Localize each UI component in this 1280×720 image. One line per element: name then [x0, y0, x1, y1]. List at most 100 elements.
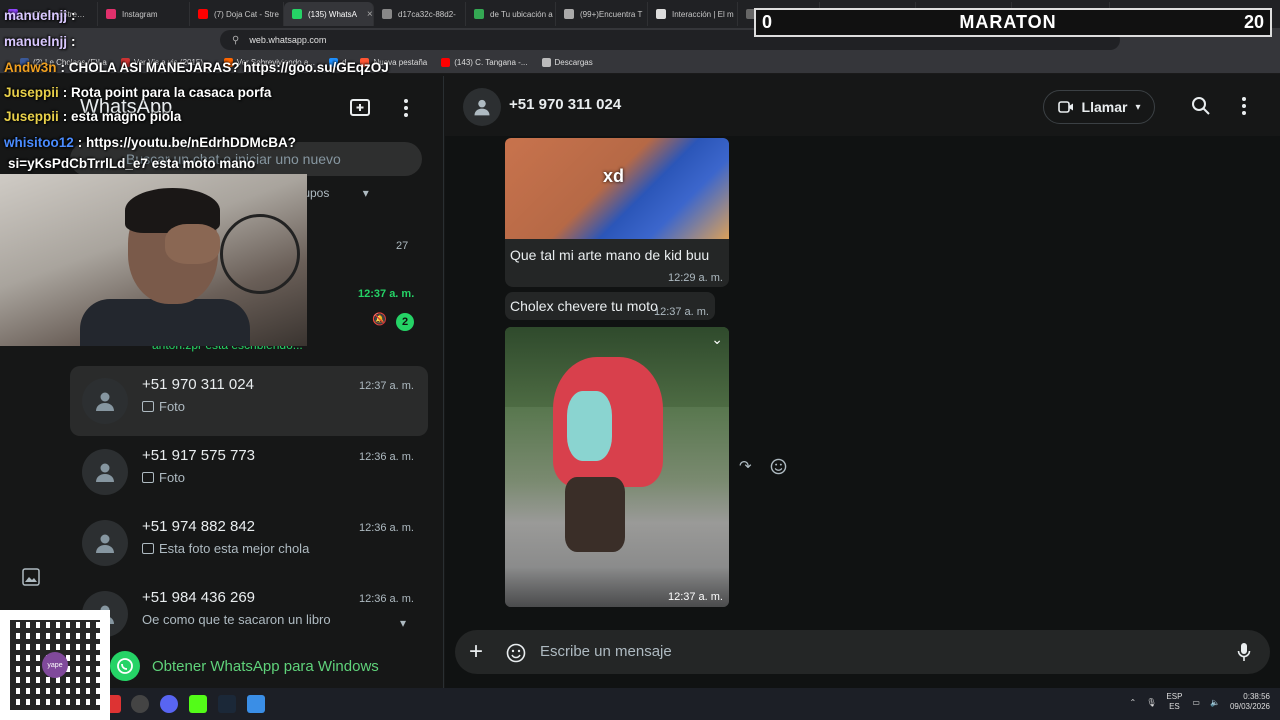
tab-label: (99+)Encuentra T	[580, 9, 643, 19]
call-label: Llamar	[1081, 99, 1128, 115]
chat-text: :	[71, 34, 76, 49]
chat-row[interactable]: +51 974 882 842 12:36 a. m. Esta foto esta…	[70, 508, 428, 578]
lang-top: ESP	[1166, 692, 1183, 701]
microphone-icon[interactable]: 🎙	[1146, 698, 1156, 707]
chevron-down-icon: ▾	[1135, 101, 1141, 113]
chat-time: 12:36 a. m.	[358, 451, 414, 463]
chat-time: 12:37 a. m.	[358, 380, 414, 392]
system-tray: ⌃ 🎙 ESP ES ▭ 🔈 0:38:56 09/03/2026	[1130, 692, 1270, 712]
chat-name: +51 974 882 842	[142, 518, 256, 535]
steam-icon[interactable]	[218, 695, 236, 713]
person-shirt	[80, 299, 250, 346]
chat-preview: Foto	[142, 399, 185, 414]
discord-icon[interactable]	[160, 695, 178, 713]
message-text: Cholex chevere tu moto	[510, 298, 658, 314]
chat-preview: Oe como que te sacaron un libro	[142, 612, 331, 627]
contact-avatar[interactable]	[463, 88, 501, 126]
chat-preview: Foto	[142, 470, 185, 485]
chat-text: :	[71, 8, 76, 23]
chat-username: Juseppii	[4, 85, 59, 100]
bookmark-favicon-icon	[541, 58, 551, 67]
bookmark-label: Descargas	[554, 58, 593, 67]
bookmark-item[interactable]: Descargas	[541, 58, 593, 67]
score-left: 0	[762, 12, 773, 32]
menu-icon[interactable]	[400, 98, 412, 118]
photo-icon	[142, 472, 154, 483]
stream-chat-message: manuelnjj:	[4, 8, 76, 23]
person-hand	[165, 224, 220, 264]
chat-username: whisitoo12	[4, 135, 74, 150]
message-bubble: Que tal mi arte mano de kid buu 12:29 a.…	[505, 239, 729, 287]
chat-row[interactable]: +51 970 311 024 12:37 a. m. Foto	[70, 366, 428, 436]
chat-name: +51 970 311 024	[142, 376, 254, 393]
contact-name[interactable]: +51 970 311 024	[509, 96, 621, 113]
image-message[interactable]: ⌄ 12:37 a. m.	[505, 327, 729, 607]
chat-row[interactable]: +51 917 575 773 12:36 a. m. Foto	[70, 437, 428, 507]
chat-name: +51 984 436 269	[142, 589, 256, 606]
menu-icon[interactable]	[1239, 96, 1249, 116]
language-indicator[interactable]: ESP ES	[1166, 692, 1182, 712]
message-time: 12:37 a. m.	[653, 306, 709, 318]
chat-time: 12:36 a. m.	[358, 522, 414, 534]
avatar	[82, 520, 128, 566]
tab-label: d17ca32c-88d2-	[398, 9, 456, 19]
webcam-feed	[0, 174, 307, 346]
media-icon[interactable]	[22, 568, 40, 586]
chat-text: : CHOLA ASI MANEJARAS? https://goo.su/GE…	[60, 60, 389, 75]
url-text: web.whatsapp.com	[249, 35, 327, 45]
conversation-header: +51 970 311 024 Llamar ▾	[445, 76, 1280, 136]
taskbar-app-icon[interactable]	[247, 695, 265, 713]
stream-chat-message: Andw3n: CHOLA ASI MANEJARAS? https://goo…	[4, 60, 389, 75]
qr-code: yape	[0, 610, 110, 720]
volume-icon[interactable]: 🔈	[1210, 698, 1220, 707]
site-info-icon[interactable]: ⚲	[232, 35, 239, 46]
qr-pattern: yape	[10, 620, 100, 710]
chat-text: : esta magno piola	[62, 109, 182, 124]
network-icon[interactable]: ▭	[1192, 698, 1200, 707]
emoji-react-icon[interactable]	[770, 458, 787, 475]
browser-tab[interactable]: (7) Doja Cat - Stre	[190, 2, 284, 26]
browser-tab[interactable]: Instagram	[98, 2, 190, 26]
yape-logo: yape	[42, 652, 68, 678]
score-title: MARATON	[959, 12, 1057, 32]
attach-plus-icon[interactable]: +	[469, 638, 483, 666]
browser-tab[interactable]: de Tu ubicación a	[466, 2, 556, 26]
motorcycle-shape	[565, 477, 625, 552]
clock[interactable]: 0:38:56 09/03/2026	[1230, 692, 1270, 712]
chevron-down-icon[interactable]: ▾	[400, 616, 406, 630]
unread-badge: 2	[396, 313, 414, 331]
message-composer[interactable]: + Escribe un mensaje	[455, 630, 1270, 674]
chat-username: manuelnjj	[4, 8, 68, 23]
microphone-icon[interactable]	[1237, 642, 1251, 662]
close-tab-icon[interactable]: ×	[367, 9, 373, 20]
taskbar-app-icon[interactable]	[131, 695, 149, 713]
tab-favicon-icon	[474, 9, 484, 19]
chevron-down-icon[interactable]: ⌄	[711, 331, 723, 348]
browser-tab[interactable]: (135) WhatsA ×	[284, 2, 374, 26]
new-chat-icon[interactable]	[350, 98, 372, 118]
forward-icon[interactable]: ↷	[739, 457, 752, 475]
browser-tab[interactable]: d17ca32c-88d2-	[374, 2, 466, 26]
image-message[interactable]: xd	[505, 138, 729, 239]
bookmark-favicon-icon	[441, 58, 451, 67]
bookmark-item[interactable]: (143) C. Tangana -...	[441, 58, 528, 67]
chat-name: +51 917 575 773	[142, 447, 256, 464]
tab-favicon-icon	[656, 9, 666, 19]
avatar	[82, 449, 128, 495]
message-time: 12:37 a. m.	[667, 591, 723, 603]
chevron-up-icon[interactable]: ⌃	[1130, 698, 1137, 707]
emoji-icon[interactable]	[506, 643, 526, 663]
chat-preview-text: Foto	[159, 399, 186, 414]
browser-tab[interactable]: (99+)Encuentra T	[556, 2, 648, 26]
chat-row[interactable]: +51 984 436 269 12:36 a. m. Oe como que te…	[70, 579, 428, 649]
browser-tab[interactable]: Interacción | El m	[648, 2, 738, 26]
muted-icon: 🔕	[372, 312, 387, 326]
kick-icon[interactable]	[189, 695, 207, 713]
image-caption: xd	[603, 166, 625, 186]
search-icon[interactable]	[1191, 96, 1211, 116]
call-button[interactable]: Llamar ▾	[1043, 90, 1155, 124]
stream-chat-message: si=yKsPdCbTrrlLd_e7 esta moto mano	[4, 156, 255, 171]
chevron-down-icon: ▾	[362, 186, 369, 200]
get-windows-app-link[interactable]: Obtener WhatsApp para Windows	[110, 651, 379, 681]
chat-preview-text: Oe como que te sacaron un libro	[142, 612, 331, 627]
